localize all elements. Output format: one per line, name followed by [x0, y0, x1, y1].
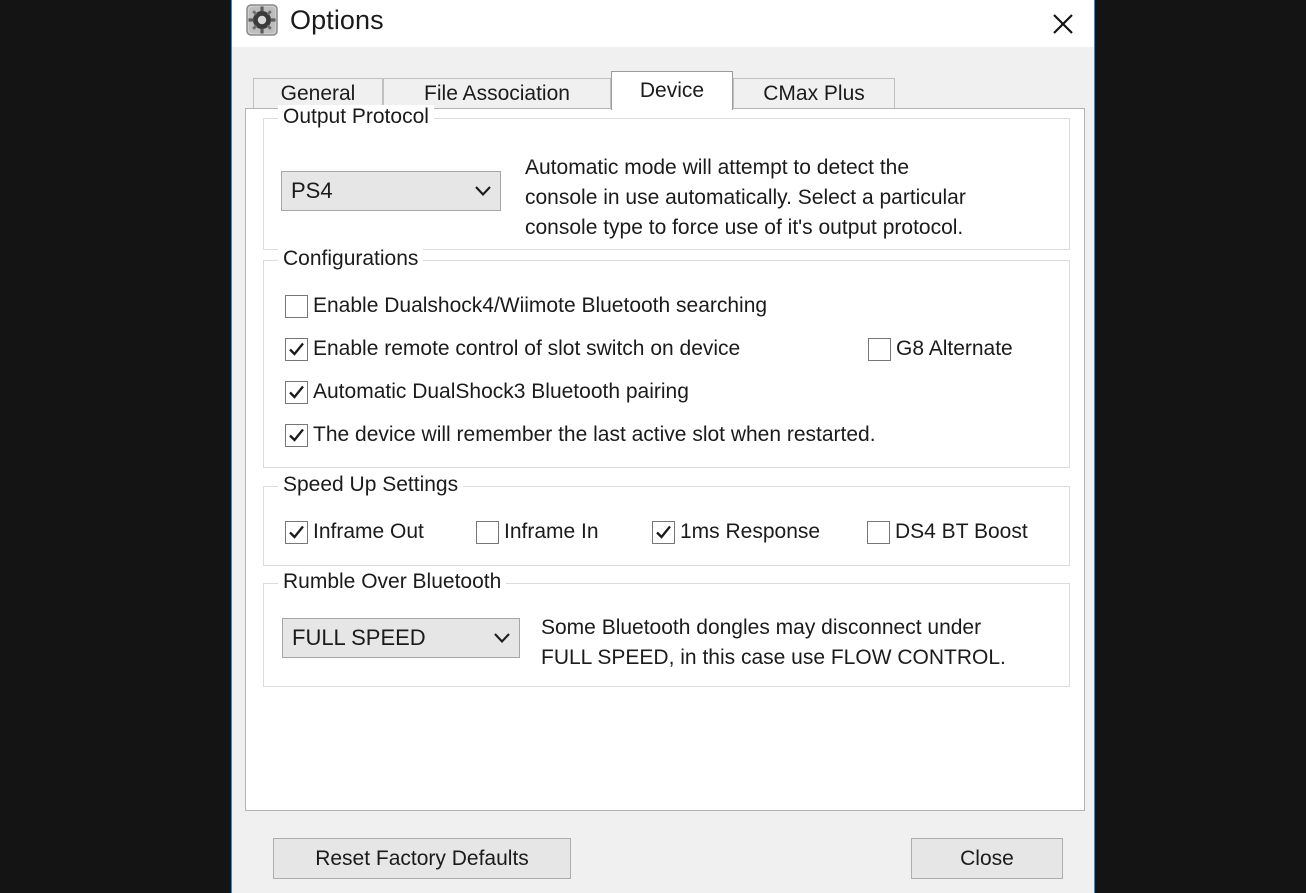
- checkbox-remote-slot-switch[interactable]: Enable remote control of slot switch on …: [285, 337, 740, 361]
- checkbox-label: The device will remember the last active…: [313, 423, 876, 446]
- rumble-mode-select[interactable]: FULL SPEED: [282, 618, 520, 658]
- output-protocol-value: PS4: [291, 178, 333, 203]
- checkbox-box: [285, 423, 308, 447]
- group-output-protocol: Output Protocol PS4 Automatic mode will …: [263, 105, 1070, 250]
- rumble-mode-value: FULL SPEED: [292, 625, 426, 650]
- group-title-rumble-over-bluetooth: Rumble Over Bluetooth: [278, 570, 507, 594]
- close-icon[interactable]: [1032, 0, 1094, 47]
- checkbox-remember-last-slot[interactable]: The device will remember the last active…: [285, 423, 876, 447]
- tab-device[interactable]: Device: [611, 71, 733, 110]
- checkbox-label: G8 Alternate: [896, 337, 1013, 360]
- checkbox-g8-alternate[interactable]: G8 Alternate: [868, 337, 1013, 361]
- group-title-configurations: Configurations: [278, 247, 424, 271]
- checkbox-label: Enable Dualshock4/Wiimote Bluetooth sear…: [313, 294, 768, 317]
- checkbox-inframe-out[interactable]: Inframe Out: [285, 520, 424, 544]
- rumble-over-bluetooth-description: Some Bluetooth dongles may disconnect un…: [541, 616, 1006, 669]
- checkbox-ds4-bt-boost[interactable]: DS4 BT Boost: [867, 520, 1028, 544]
- screen: Options General File Association Device …: [0, 0, 1306, 893]
- checkbox-label: Inframe Out: [313, 520, 424, 543]
- output-protocol-select[interactable]: PS4: [281, 171, 501, 211]
- chevron-down-icon: [485, 632, 519, 644]
- check-icon: [289, 525, 304, 539]
- close-button[interactable]: Close: [911, 838, 1063, 879]
- group-configurations: Configurations Enable Dualshock4/Wiimote…: [263, 247, 1070, 468]
- gear-icon: [246, 4, 278, 36]
- group-speed-up-settings: Speed Up Settings Inframe Out Inframe In: [263, 473, 1070, 566]
- chevron-down-icon: [466, 185, 500, 197]
- checkbox-1ms-response[interactable]: 1ms Response: [652, 520, 820, 544]
- checkbox-box: [285, 520, 308, 544]
- check-icon: [289, 385, 304, 399]
- tab-strip: General File Association Device CMax Plu…: [253, 71, 1075, 110]
- check-icon: [289, 428, 304, 442]
- checkbox-label: Automatic DualShock3 Bluetooth pairing: [313, 380, 689, 403]
- checkbox-label: Enable remote control of slot switch on …: [313, 337, 741, 360]
- checkbox-box: [867, 520, 890, 544]
- device-tab-panel: Output Protocol PS4 Automatic mode will …: [245, 105, 1085, 811]
- checkbox-auto-ds3-bt-pairing[interactable]: Automatic DualShock3 Bluetooth pairing: [285, 380, 689, 404]
- window-title: Options: [290, 5, 384, 35]
- checkbox-box: [285, 294, 308, 318]
- group-title-output-protocol: Output Protocol: [278, 105, 434, 129]
- tab-cmax-plus[interactable]: CMax Plus: [733, 78, 895, 109]
- checkbox-inframe-in[interactable]: Inframe In: [476, 520, 599, 544]
- checkbox-box: [868, 337, 891, 361]
- checkbox-box: [652, 520, 675, 544]
- checkbox-label: 1ms Response: [680, 520, 821, 543]
- check-icon: [656, 525, 671, 539]
- checkbox-box: [285, 380, 308, 404]
- checkbox-box: [285, 337, 308, 361]
- checkbox-label: DS4 BT Boost: [895, 520, 1028, 543]
- reset-factory-defaults-button[interactable]: Reset Factory Defaults: [273, 838, 571, 879]
- group-title-speed-up-settings: Speed Up Settings: [278, 473, 464, 497]
- title-bar: Options: [232, 0, 1094, 47]
- checkbox-dualshock4-wiimote-bt-search[interactable]: Enable Dualshock4/Wiimote Bluetooth sear…: [285, 294, 767, 318]
- output-protocol-description: Automatic mode will attempt to detect th…: [525, 156, 966, 239]
- checkbox-box: [476, 520, 499, 544]
- checkbox-label: Inframe In: [504, 520, 599, 543]
- group-rumble-over-bluetooth: Rumble Over Bluetooth FULL SPEED Some Bl…: [263, 570, 1070, 687]
- check-icon: [289, 342, 304, 356]
- options-dialog-window: Options General File Association Device …: [231, 0, 1095, 893]
